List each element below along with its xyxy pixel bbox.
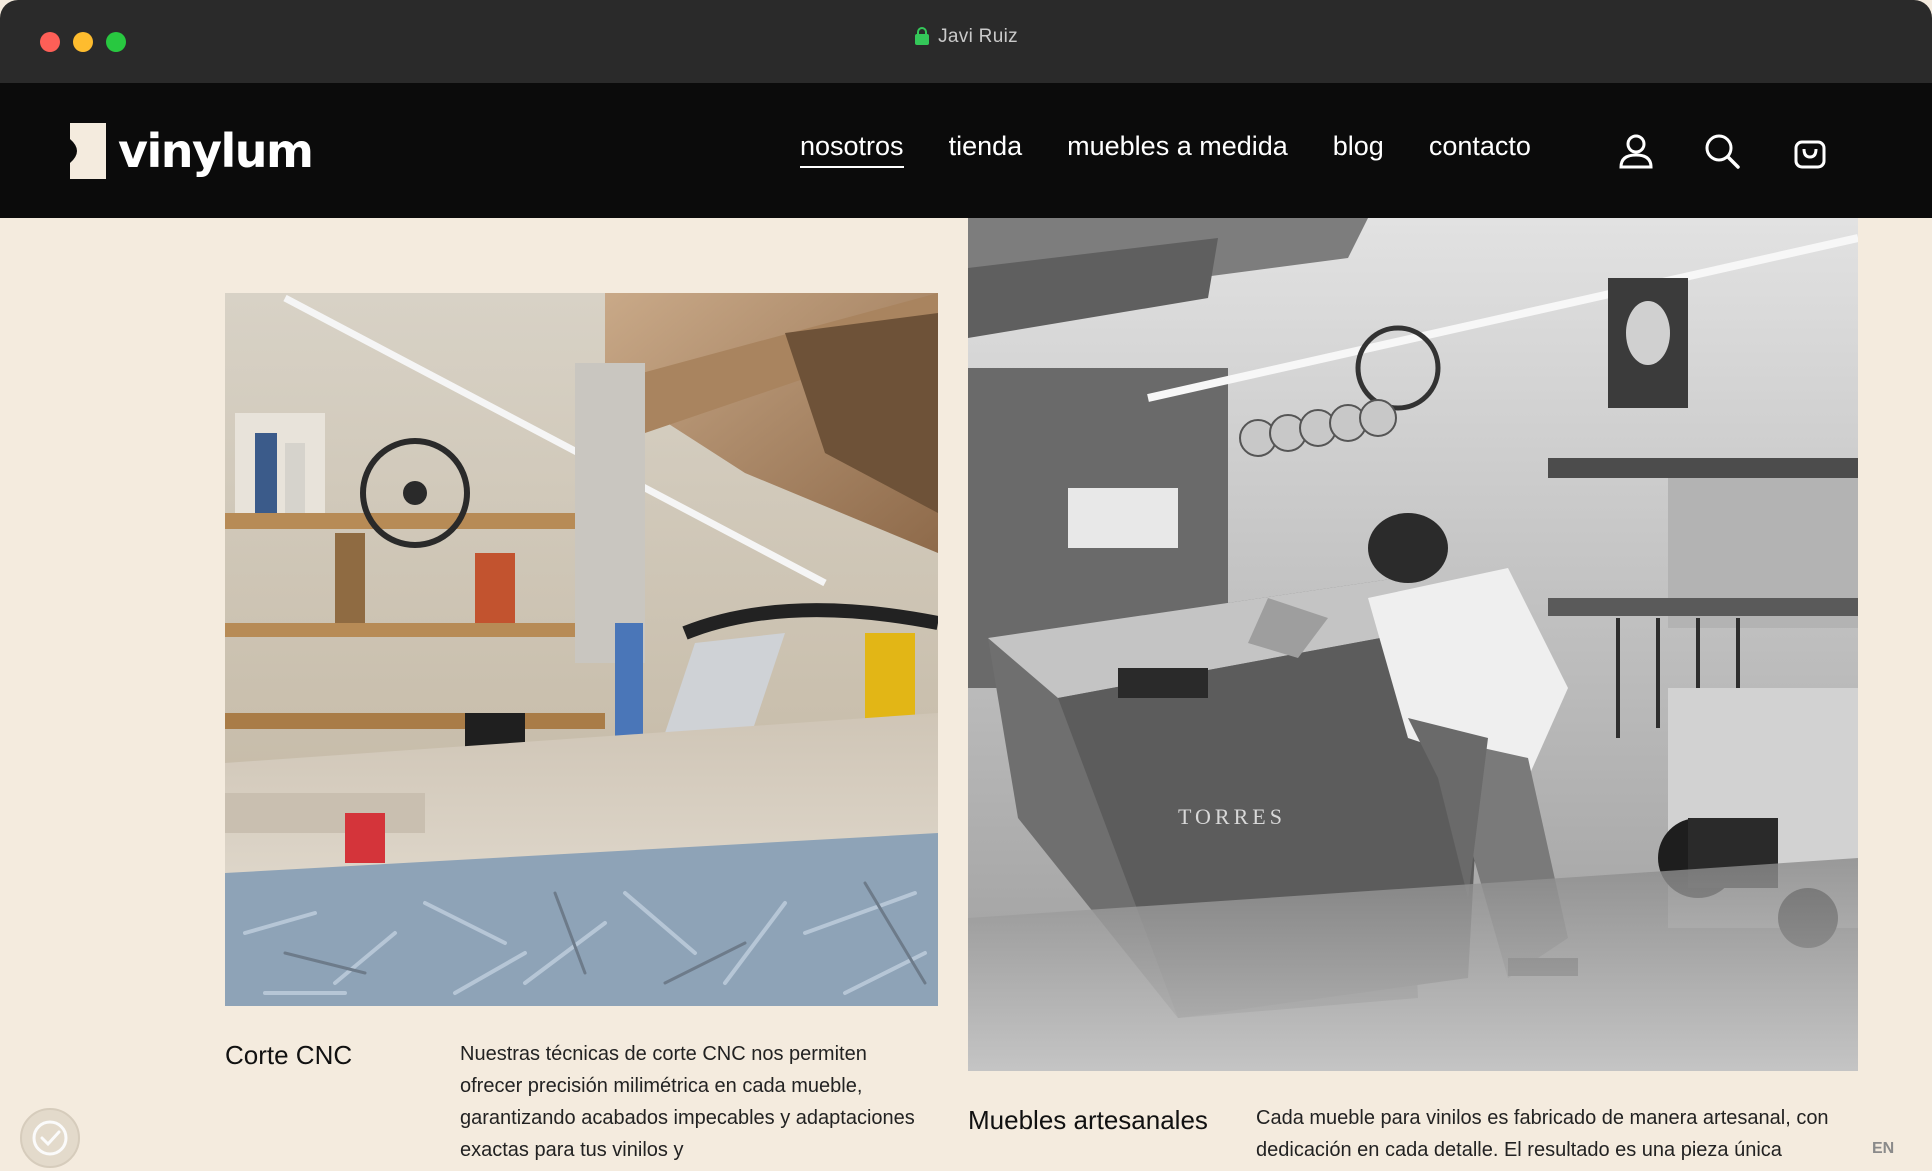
address-text: Javi Ruiz [938, 26, 1018, 47]
language-switch[interactable]: EN [1872, 1140, 1894, 1158]
site-logo[interactable]: vinylum [70, 121, 314, 181]
nav-item-muebles-a-medida[interactable]: muebles a medida [1067, 131, 1288, 168]
cnc-workshop-photo [225, 293, 938, 1006]
artesanales-description: Cada mueble para vinilos es fabricado de… [1256, 1107, 1829, 1161]
workbench-sign: TORRES [1178, 804, 1286, 829]
site-header: vinylum nosotros tienda muebles a medida… [0, 83, 1932, 218]
main-nav: nosotros tienda muebles a medida blog co… [800, 131, 1576, 168]
user-icon[interactable] [1616, 131, 1656, 171]
nav-item-contacto[interactable]: contacto [1429, 131, 1531, 168]
search-icon[interactable] [1702, 131, 1742, 171]
cnc-description: Nuestras técnicas de corte CNC nos permi… [460, 1043, 915, 1161]
cnc-title: Corte CNC [225, 1040, 353, 1070]
browser-titlebar: Javi Ruiz [0, 0, 1932, 83]
nav-item-nosotros[interactable]: nosotros [800, 131, 904, 168]
nav-item-tienda[interactable]: tienda [949, 131, 1023, 168]
cookie-check-icon [32, 1120, 68, 1156]
nav-item-blog[interactable]: blog [1333, 131, 1384, 168]
artesanales-title: Muebles artesanales [968, 1105, 1208, 1135]
artisan-workshop-photo: TORRES [968, 218, 1858, 1071]
logo-text: vinylum [118, 124, 314, 178]
address-bar[interactable]: Javi Ruiz [0, 26, 1932, 51]
lock-icon [914, 27, 930, 51]
logo-mark-icon [70, 123, 106, 179]
cookie-consent-button[interactable] [20, 1108, 80, 1168]
cart-icon[interactable] [1790, 131, 1830, 171]
